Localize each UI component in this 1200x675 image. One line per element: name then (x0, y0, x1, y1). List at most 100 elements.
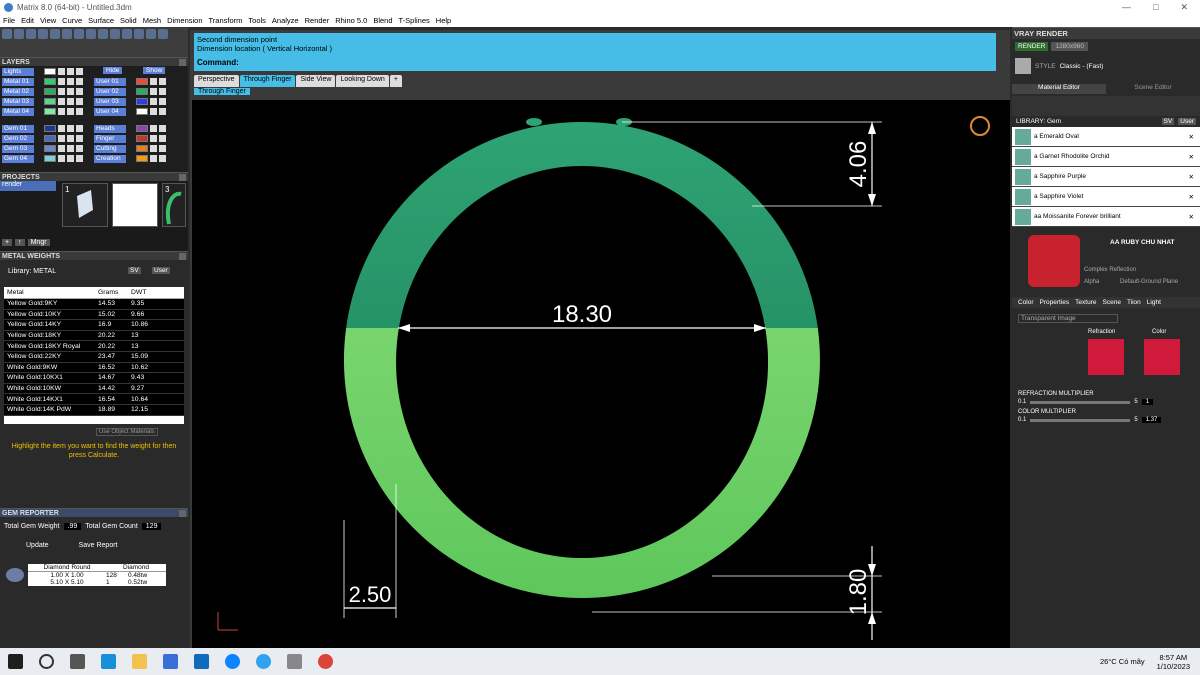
chrome-icon[interactable] (318, 654, 333, 669)
tool-icon[interactable] (62, 29, 72, 39)
layer-visible-icon[interactable] (67, 78, 74, 85)
layer-visible-icon[interactable] (159, 78, 166, 85)
table-row[interactable]: White Gold:14KX1 16.54 10.64 (4, 394, 184, 405)
tool-icon[interactable] (26, 29, 36, 39)
zalo-icon[interactable] (225, 654, 240, 669)
style-select[interactable]: Classic - (Fast) (1060, 63, 1104, 70)
table-row[interactable]: White Gold:14K PdW 18.89 12.15 (4, 404, 184, 416)
menu-item[interactable]: T-Splines (396, 16, 433, 25)
close-icon[interactable] (179, 509, 186, 517)
show-button[interactable]: Show (143, 67, 166, 74)
menu-item[interactable]: Surface (85, 16, 117, 25)
table-row[interactable]: Yellow Gold:14KY 16.9 10.86 (4, 320, 184, 331)
material-item[interactable]: a Emerald Oval ✕ (1012, 127, 1200, 147)
layer-row[interactable]: Gem 02 (2, 134, 83, 143)
table-row[interactable]: White Gold:9KW 16.52 10.62 (4, 362, 184, 374)
layer-lock-icon[interactable] (150, 145, 157, 152)
clock-time[interactable]: 8:57 AM (1157, 653, 1190, 662)
layer-visible-icon[interactable] (67, 108, 74, 115)
explorer-icon[interactable] (132, 654, 147, 669)
layer-visible-icon[interactable] (67, 98, 74, 105)
layer-visible-icon[interactable] (67, 135, 74, 142)
menu-item[interactable]: Mesh (140, 16, 164, 25)
save-report-button[interactable]: Save Report (79, 542, 118, 549)
layer-color[interactable] (44, 78, 56, 85)
layer-select-icon[interactable] (76, 145, 83, 152)
layer-color[interactable] (44, 108, 56, 115)
layer-visible-icon[interactable] (67, 68, 74, 75)
layer-lock-icon[interactable] (58, 145, 65, 152)
layer-select-icon[interactable] (76, 78, 83, 85)
layer-color[interactable] (136, 88, 148, 95)
menu-item[interactable]: Analyze (269, 16, 302, 25)
layer-color[interactable] (44, 135, 56, 142)
layer-lock-icon[interactable] (150, 88, 157, 95)
remove-icon[interactable]: ✕ (1189, 193, 1194, 201)
tab-viewport[interactable]: + (389, 75, 402, 87)
table-row[interactable]: Yellow Gold:18KY Royal 20.22 13 (4, 341, 184, 352)
store-icon[interactable] (163, 654, 178, 669)
layer-lock-icon[interactable] (58, 68, 65, 75)
menu-item[interactable]: Blend (370, 16, 395, 25)
tab-viewport[interactable]: Perspective (194, 75, 239, 87)
resolution-field[interactable]: 1280x960 (1051, 42, 1089, 51)
menu-item[interactable]: Tools (245, 16, 269, 25)
layer-row[interactable]: Gem 04 (2, 154, 83, 163)
remove-icon[interactable]: ✕ (1189, 133, 1194, 141)
layer-visible-icon[interactable] (159, 135, 166, 142)
color-value[interactable]: 1.37 (1141, 417, 1162, 423)
table-row[interactable]: White Gold:10KX1 14.67 9.43 (4, 373, 184, 384)
material-subtab[interactable]: Texture (1075, 299, 1096, 306)
layer-color[interactable] (136, 145, 148, 152)
table-row[interactable]: Yellow Gold:22KY 23.47 15.09 (4, 351, 184, 363)
menu-item[interactable]: Transform (206, 16, 246, 25)
material-subtab[interactable]: Light (1147, 299, 1161, 306)
tool-icon[interactable] (146, 29, 156, 39)
up-project-button[interactable]: ↑ (15, 239, 25, 246)
task-view-icon[interactable] (70, 654, 85, 669)
close-icon[interactable] (179, 58, 186, 66)
add-project-button[interactable]: + (2, 239, 13, 246)
viewport-label[interactable]: Through Finger (194, 88, 250, 95)
tab-material-editor[interactable]: Material Editor (1012, 84, 1106, 94)
use-object-materials[interactable]: Use Object Materials (96, 428, 158, 436)
remove-icon[interactable]: ✕ (1189, 213, 1194, 221)
menu-item[interactable]: Help (433, 16, 454, 25)
layer-visible-icon[interactable] (159, 155, 166, 162)
tool-icon[interactable] (86, 29, 96, 39)
search-icon[interactable] (39, 654, 54, 669)
material-subtab[interactable]: Scene (1103, 299, 1121, 306)
layer-color[interactable] (136, 98, 148, 105)
menu-item[interactable]: Render (302, 16, 333, 25)
sv-button[interactable]: SV (128, 267, 141, 274)
layer-visible-icon[interactable] (67, 155, 74, 162)
layer-row[interactable]: Creation (94, 154, 166, 163)
material-subtab[interactable]: Properties (1040, 299, 1070, 306)
material-item[interactable]: a Sapphire Purple ✕ (1012, 167, 1200, 187)
refraction-value[interactable]: 1 (1141, 399, 1154, 405)
color-swatch[interactable] (1144, 339, 1180, 375)
project-thumb[interactable]: 1 (62, 183, 108, 227)
layer-visible-icon[interactable] (159, 125, 166, 132)
complex-reflection[interactable]: Complex Reflection (1084, 267, 1136, 273)
layer-row[interactable]: Lights (2, 67, 83, 76)
layer-select-icon[interactable] (76, 135, 83, 142)
close-button[interactable]: ✕ (1180, 2, 1188, 13)
tool-icon[interactable] (98, 29, 108, 39)
layer-color[interactable] (44, 88, 56, 95)
refraction-swatch[interactable] (1088, 339, 1124, 375)
edge-icon[interactable] (101, 654, 116, 669)
tool-icon[interactable] (158, 29, 168, 39)
layer-lock-icon[interactable] (150, 98, 157, 105)
layer-lock-icon[interactable] (150, 108, 157, 115)
mail-icon[interactable] (194, 654, 209, 669)
menu-item[interactable]: File (0, 16, 18, 25)
tool-icon[interactable] (2, 29, 12, 39)
layer-select-icon[interactable] (76, 68, 83, 75)
layer-select-icon[interactable] (76, 155, 83, 162)
layer-row[interactable]: User 03 (94, 97, 166, 106)
update-button[interactable]: Update (26, 542, 49, 549)
tab-viewport[interactable]: Through Finger (239, 75, 296, 87)
command-prompt[interactable]: Command: (194, 58, 996, 70)
layer-row[interactable]: Metal 04 (2, 107, 83, 116)
